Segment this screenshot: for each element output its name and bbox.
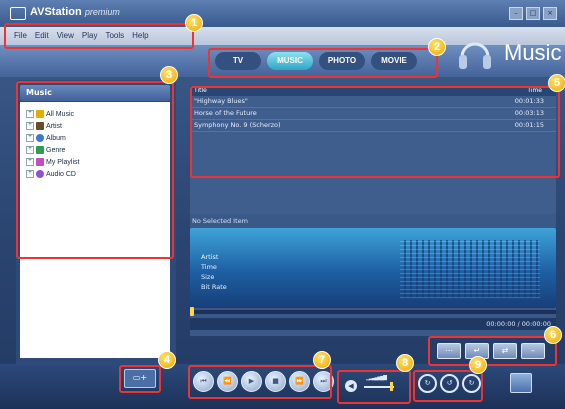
callout-2: 2 [428, 38, 446, 56]
callout-8: 8 [396, 354, 414, 372]
highlight-list-tools [428, 336, 557, 366]
spectrum-display [400, 240, 540, 298]
callout-3: 3 [160, 66, 178, 84]
selection-status: No Selected Item [192, 217, 248, 225]
headphones-icon [459, 42, 491, 69]
app-logo-icon [10, 7, 26, 20]
maximize-icon[interactable]: □ [526, 7, 540, 20]
highlight-menu [4, 23, 194, 49]
equalizer-icon[interactable] [510, 373, 532, 393]
callout-1: 1 [185, 14, 203, 32]
app-title: AVStation premium [30, 6, 120, 18]
highlight-track-list [190, 86, 560, 178]
highlight-repeat [413, 370, 483, 402]
callout-6: 6 [544, 326, 562, 344]
callout-4: 4 [158, 351, 176, 369]
minimize-icon[interactable]: – [509, 7, 523, 20]
highlight-tabs [208, 48, 438, 78]
info-artist-label: Artist [201, 253, 219, 261]
highlight-library [16, 81, 174, 259]
position-time: 00:00:00 / 00:00:00 [486, 320, 551, 328]
highlight-add-playlist [119, 365, 161, 393]
close-icon[interactable]: × [543, 7, 557, 20]
app-edition: premium [84, 7, 120, 17]
callout-9: 9 [469, 356, 487, 374]
highlight-volume [337, 370, 411, 404]
window-controls: – □ × [509, 7, 557, 20]
seek-handle[interactable] [190, 307, 194, 316]
info-bitrate-label: Bit Rate [201, 283, 227, 291]
callout-5: 5 [548, 74, 565, 92]
seek-bar[interactable] [190, 310, 556, 314]
app-name: AVStation [30, 6, 82, 18]
track-info: Artist Time Size Bit Rate [201, 252, 227, 292]
highlight-playback [188, 365, 332, 399]
info-time-label: Time [201, 263, 217, 271]
callout-7: 7 [313, 351, 331, 369]
section-title: Music [504, 40, 562, 65]
info-size-label: Size [201, 273, 215, 281]
